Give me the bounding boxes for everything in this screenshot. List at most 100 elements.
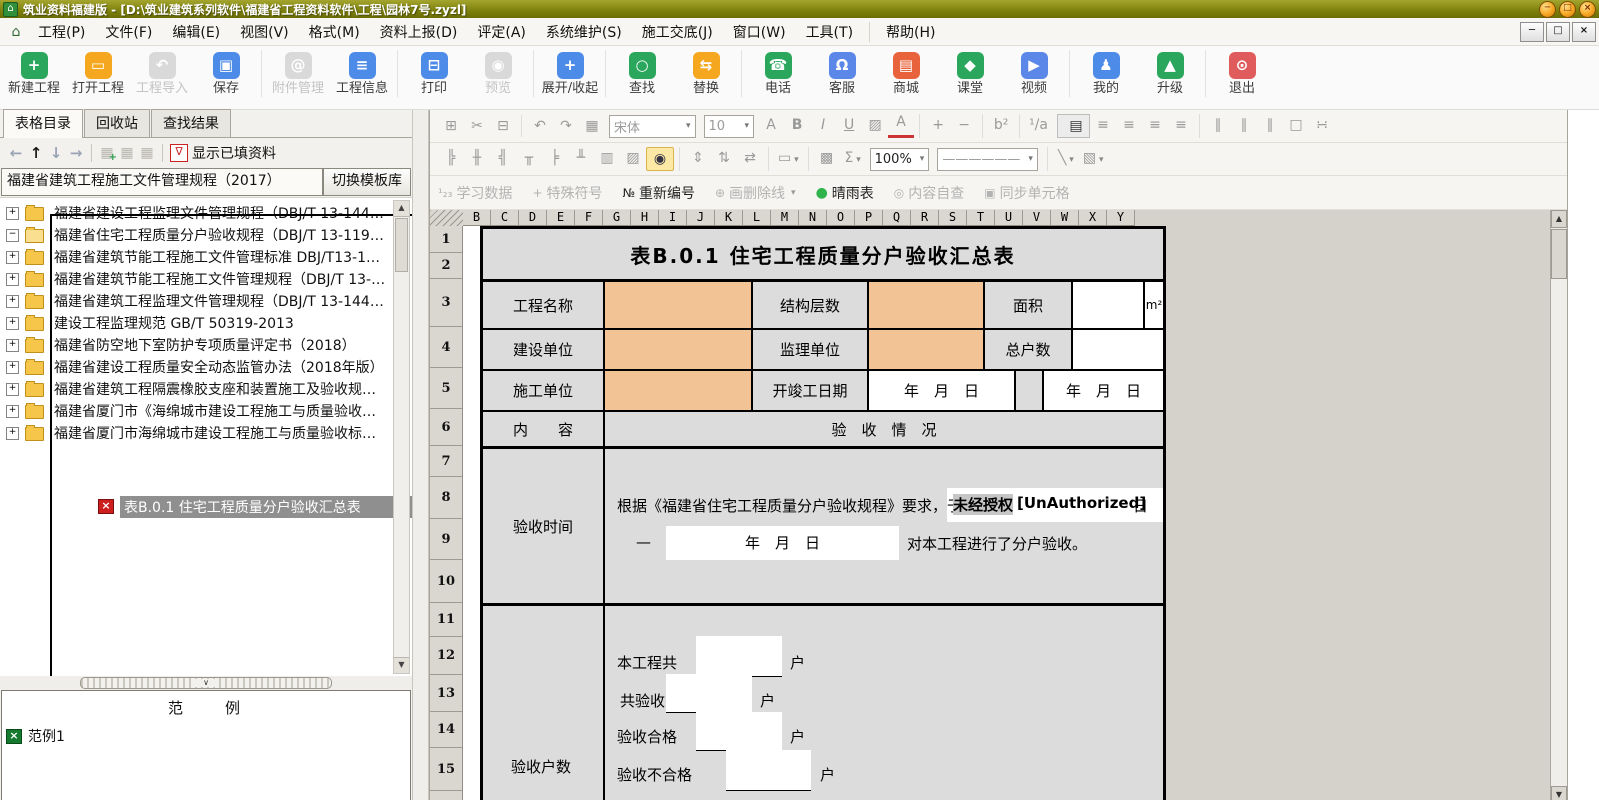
label-acceptance-status[interactable]: 验 收 情 况 xyxy=(604,411,1164,448)
mdi-control-button[interactable]: □ xyxy=(1546,22,1570,42)
editor-toolbar-icon[interactable]: ╞ xyxy=(542,147,568,171)
input-structure-floors[interactable] xyxy=(868,281,984,329)
home-icon[interactable]: ⌂ xyxy=(8,24,24,40)
input-area[interactable] xyxy=(1072,281,1144,329)
menu-item[interactable]: 帮助(H) xyxy=(869,22,945,42)
column-header[interactable]: B xyxy=(463,210,491,226)
nav-up-icon[interactable]: ↑ xyxy=(26,144,46,162)
row-header[interactable]: 2 xyxy=(430,253,463,279)
sheet-corner-cell[interactable] xyxy=(430,210,464,227)
row-header[interactable]: 1 xyxy=(430,226,463,253)
delete-table-icon[interactable]: ▦ xyxy=(137,145,157,161)
column-header[interactable]: F xyxy=(575,210,603,226)
editor-toolbar-icon[interactable]: ╲ xyxy=(1047,147,1079,171)
sidebar-tab[interactable]: 表格目录 xyxy=(3,109,83,138)
toolbar-button[interactable]: ≡ 工程信息 xyxy=(330,50,394,97)
tree-item[interactable]: 表B.0.1 住宅工程质量分户验收汇总表 xyxy=(50,214,412,676)
toolbar-button[interactable]: @ 附件管理 xyxy=(261,50,330,97)
row-header[interactable]: 13 xyxy=(430,675,463,712)
column-header[interactable]: P xyxy=(855,210,883,226)
hh-item3-blank[interactable] xyxy=(696,712,782,751)
editor-text-button[interactable]: ● 晴雨表 xyxy=(816,183,874,203)
sidebar-tab[interactable]: 查找结果 xyxy=(151,109,231,137)
toolbar-button[interactable]: ☎ 电话 xyxy=(741,50,810,97)
splitter-handle[interactable]: ∨ xyxy=(80,677,332,689)
row-header[interactable]: 8 xyxy=(430,477,463,519)
editor-text-button[interactable]: ▣ 同步单元格 xyxy=(984,183,1069,203)
editor-toolbar-icon[interactable]: ⊟ xyxy=(490,115,516,137)
editor-toolbar-icon[interactable]: ∥ xyxy=(1257,114,1283,138)
column-header[interactable]: K xyxy=(715,210,743,226)
column-header[interactable]: X xyxy=(1079,210,1107,226)
row-header[interactable]: 6 xyxy=(430,409,463,446)
input-finish-date[interactable]: 年 月 日 xyxy=(1043,370,1164,411)
editor-toolbar-icon[interactable]: ↶ xyxy=(521,115,553,137)
label-structure-floors[interactable]: 结构层数 xyxy=(752,281,868,329)
form-title-cell[interactable]: 表B.0.1 住宅工程质量分户验收汇总表 xyxy=(482,228,1164,281)
editor-toolbar-icon[interactable]: □ xyxy=(1283,114,1309,138)
row-header[interactable]: 14 xyxy=(430,712,463,748)
editor-text-button[interactable]: ◎ 内容自查 xyxy=(894,183,964,203)
editor-toolbar-icon[interactable]: ╥ xyxy=(516,147,542,171)
input-start-date[interactable]: 年 月 日 xyxy=(868,370,1015,411)
row-header[interactable]: 15 xyxy=(430,748,463,791)
example-item[interactable]: 范例1 xyxy=(2,718,410,746)
label-start-finish-date[interactable]: 开竣工日期 xyxy=(752,370,868,411)
row-header[interactable]: 5 xyxy=(430,368,463,409)
editor-text-button[interactable]: + 特殊符号 xyxy=(532,183,602,203)
column-header[interactable]: Q xyxy=(883,210,911,226)
editor-toolbar-icon[interactable]: ¹/a xyxy=(1019,114,1052,138)
row-header[interactable]: 12 xyxy=(430,637,463,675)
input-construction-unit[interactable] xyxy=(604,329,752,370)
tree-expander-icon[interactable]: + xyxy=(6,383,19,396)
column-header[interactable]: C xyxy=(491,210,519,226)
hh-item4-blank[interactable] xyxy=(726,750,811,791)
input-builder-unit[interactable] xyxy=(604,370,752,411)
editor-toolbar-icon[interactable]: I xyxy=(810,114,836,138)
tree-expander-icon[interactable]: + xyxy=(6,295,19,308)
editor-toolbar-icon[interactable]: ↷ xyxy=(553,115,579,137)
label-acceptance-time[interactable]: 验收时间 xyxy=(482,448,604,605)
row-header[interactable]: 9 xyxy=(430,519,463,560)
scroll-up-icon[interactable]: ▲ xyxy=(1551,210,1567,228)
label-area[interactable]: 面积 xyxy=(984,281,1072,329)
column-header[interactable]: R xyxy=(911,210,939,226)
toolbar-button[interactable]: ▤ 商城 xyxy=(874,50,938,97)
template-name-box[interactable]: 福建省建筑工程施工文件管理规程（2017） xyxy=(1,168,323,196)
column-header[interactable]: L xyxy=(743,210,771,226)
editor-toolbar-icon[interactable]: ⇄ xyxy=(737,147,763,171)
editor-toolbar-icon[interactable]: Σ xyxy=(840,147,866,171)
editor-toolbar-icon[interactable]: ⇕ xyxy=(679,147,711,171)
editor-toolbar-icon[interactable]: ╣ xyxy=(490,147,516,171)
tree-expander-icon[interactable]: − xyxy=(6,229,19,242)
column-header[interactable]: W xyxy=(1051,210,1079,226)
label-builder-unit[interactable]: 施工单位 xyxy=(482,370,604,411)
editor-toolbar-icon[interactable]: ≡ xyxy=(1116,114,1142,138)
example-item-label[interactable]: 范例1 xyxy=(28,726,65,746)
editor-toolbar-icon[interactable]: ✂ xyxy=(464,115,490,137)
toolbar-button[interactable]: ⊙ 退出 xyxy=(1205,50,1274,97)
tree-expander-icon[interactable]: + xyxy=(6,361,19,374)
filter-funnel-icon[interactable]: ∇ xyxy=(170,144,188,162)
label-household-count[interactable]: 验收户数 xyxy=(482,605,604,800)
toolbar-button[interactable]: Ω 客服 xyxy=(810,50,874,97)
menu-item[interactable]: 工程(P) xyxy=(28,22,95,42)
sidebar-splitter[interactable]: ∨ xyxy=(0,676,412,690)
row-header[interactable]: 4 xyxy=(430,327,463,368)
editor-toolbar-icon[interactable]: ⊞ xyxy=(438,115,464,137)
editor-toolbar-icon[interactable]: ╠ xyxy=(438,147,464,171)
nav-down-icon[interactable]: ↓ xyxy=(46,144,66,162)
editor-toolbar-icon[interactable]: ∥ xyxy=(1231,114,1257,138)
date-gap-cell[interactable] xyxy=(1015,370,1043,411)
editor-toolbar-icon[interactable]: + xyxy=(919,114,951,138)
column-header[interactable]: D xyxy=(519,210,547,226)
sidebar-tab[interactable]: 回收站 xyxy=(84,109,150,137)
hh-item1-blank[interactable] xyxy=(696,636,782,677)
menu-item[interactable]: 评定(A) xyxy=(467,22,536,42)
menu-item[interactable]: 工具(T) xyxy=(796,22,863,42)
editor-toolbar-icon[interactable]: ≡ xyxy=(1142,114,1168,138)
editor-toolbar-icon[interactable]: ▭ xyxy=(768,147,803,171)
input-supervision-unit[interactable] xyxy=(868,329,984,370)
toolbar-button[interactable]: + 展开/收起 xyxy=(533,50,602,97)
editor-toolbar-icon[interactable]: U xyxy=(836,114,862,138)
